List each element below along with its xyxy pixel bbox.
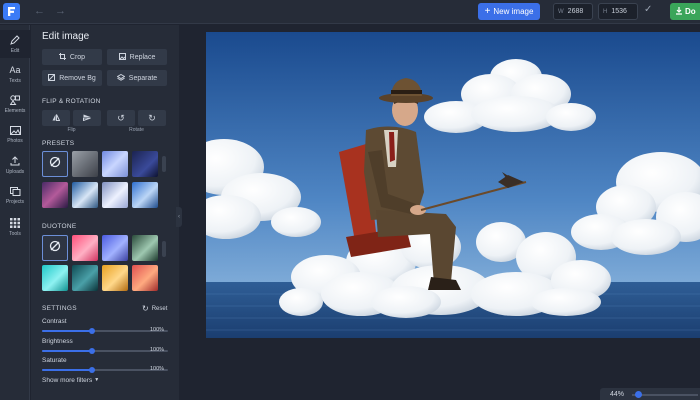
duotone-cyan[interactable] [42, 265, 68, 291]
preset-dark-blue[interactable] [132, 151, 158, 177]
grid-icon [10, 218, 21, 229]
app-logo-icon[interactable] [3, 3, 20, 20]
width-field[interactable]: W 2688 [553, 3, 593, 20]
preset-purple[interactable] [42, 182, 68, 208]
folder-icon [9, 186, 21, 197]
brightness-fill [42, 350, 93, 352]
saturate-fill [42, 369, 93, 371]
separate-button[interactable]: Separate [107, 70, 167, 86]
preset-light[interactable] [102, 182, 128, 208]
flip-horizontal-icon [52, 113, 61, 123]
flip-horizontal-button[interactable] [42, 110, 70, 126]
nav-item-texts[interactable]: Aa Texts [0, 60, 30, 88]
panel-title: Edit image [42, 31, 90, 42]
preset-none[interactable] [42, 151, 68, 177]
duotone-none[interactable] [42, 235, 68, 261]
flip-vertical-button[interactable] [73, 110, 101, 126]
download-button[interactable]: Do [670, 3, 700, 20]
remove-bg-icon [48, 73, 56, 83]
nav-item-tools[interactable]: Tools [0, 213, 30, 241]
flip-rotation-heading: FLIP & ROTATION [42, 98, 101, 105]
rotate-left-button[interactable]: ↺ [107, 110, 135, 126]
brightness-label: Brightness [42, 338, 73, 345]
duotone-scroll-stub[interactable] [162, 241, 166, 257]
contrast-knob[interactable] [89, 328, 96, 334]
flip-vertical-icon [83, 114, 91, 123]
nav-item-elements[interactable]: Elements [0, 90, 30, 118]
preset-bright[interactable] [132, 182, 158, 208]
redo-icon[interactable]: → [55, 5, 66, 17]
remove-bg-button[interactable]: Remove Bg [42, 70, 102, 86]
text-icon: Aa [9, 65, 21, 75]
rotate-right-icon: ↻ [148, 112, 156, 123]
duotone-red[interactable] [132, 265, 158, 291]
rotate-right-button[interactable]: ↻ [138, 110, 166, 126]
saturate-knob[interactable] [89, 367, 96, 373]
layers-icon [116, 73, 126, 83]
brightness-knob[interactable] [89, 348, 96, 354]
saturate-label: Saturate [42, 357, 67, 364]
presets-scroll-stub[interactable] [162, 156, 166, 172]
duotone-indigo[interactable] [102, 235, 128, 261]
crop-button[interactable]: Crop [42, 49, 102, 65]
chevron-down-icon: ▼ [94, 377, 100, 383]
edit-image-panel: Edit image Crop Replace Remove Bg Separa… [31, 25, 179, 400]
flip-label: Flip [67, 127, 76, 133]
duotone-heading: DUOTONE [42, 223, 77, 230]
rotate-label: Rotate [129, 127, 144, 133]
crop-icon [58, 52, 66, 62]
top-bar: ← → + New image W 2688 H 1536 ✓ Do [0, 0, 700, 24]
rotate-left-icon: ↺ [117, 112, 125, 123]
saturate-value: 100% [150, 366, 165, 372]
preset-cool[interactable] [102, 151, 128, 177]
nav-item-uploads[interactable]: Uploads [0, 151, 30, 179]
zoom-value: 44% [610, 391, 625, 398]
reset-button[interactable]: ↻ Reset [142, 304, 167, 313]
apply-size-check-icon[interactable]: ✓ [644, 4, 652, 15]
no-filter-icon [49, 239, 61, 257]
nav-item-edit[interactable]: Edit [0, 30, 30, 58]
no-filter-icon [49, 155, 61, 173]
upload-icon [10, 156, 21, 167]
duotone-pink[interactable] [72, 235, 98, 261]
show-more-filters-button[interactable]: Show more filters ▼ [42, 377, 99, 384]
pencil-icon [10, 35, 21, 46]
plus-icon: + [484, 6, 491, 17]
left-nav: Edit Aa Texts Elements Photos Uploads Pr… [0, 25, 30, 400]
duotone-amber[interactable] [102, 265, 128, 291]
replace-button[interactable]: Replace [107, 49, 167, 65]
collapse-panel-handle[interactable]: ‹ [176, 207, 182, 227]
image-icon [9, 125, 21, 136]
download-icon [675, 6, 683, 17]
chevron-left-icon: ‹ [178, 214, 180, 220]
reset-icon: ↻ [142, 304, 149, 313]
duotone-green[interactable] [132, 235, 158, 261]
duotone-teal[interactable] [72, 265, 98, 291]
nav-item-projects[interactable]: Projects [0, 181, 30, 209]
nav-item-photos[interactable]: Photos [0, 120, 30, 148]
new-image-button[interactable]: + New image [478, 3, 540, 20]
presets-heading: PRESETS [42, 140, 75, 147]
canvas-image[interactable] [206, 32, 700, 338]
contrast-value: 100% [150, 327, 165, 333]
preset-sky[interactable] [72, 182, 98, 208]
contrast-fill [42, 330, 93, 332]
replace-icon [118, 52, 126, 62]
contrast-label: Contrast [42, 318, 67, 325]
height-field[interactable]: H 1536 [598, 3, 638, 20]
settings-heading: SETTINGS [42, 305, 77, 312]
shapes-icon [9, 95, 21, 106]
preset-grayscale[interactable] [72, 151, 98, 177]
brightness-value: 100% [150, 347, 165, 353]
undo-icon[interactable]: ← [34, 5, 45, 17]
